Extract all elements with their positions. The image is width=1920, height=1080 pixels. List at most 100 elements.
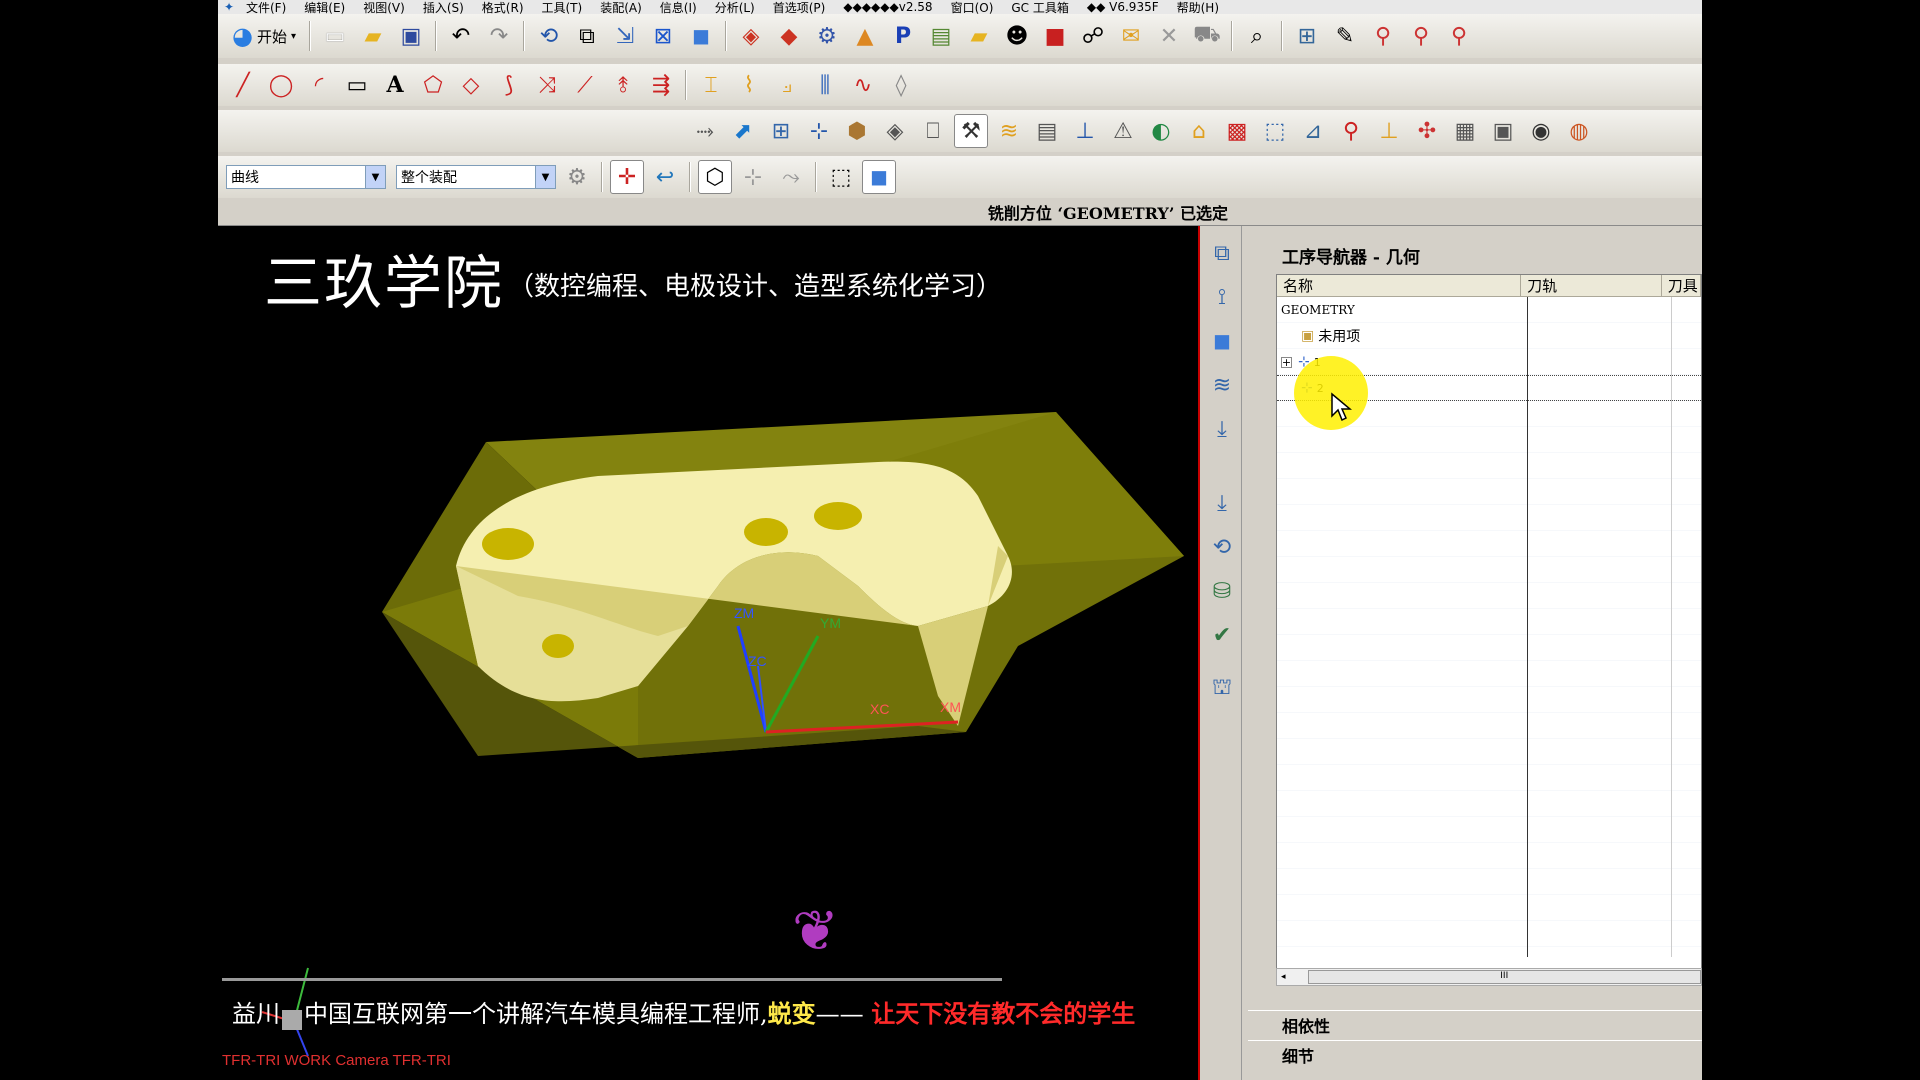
undo-icon[interactable]: ↶ <box>444 19 478 53</box>
web-browser-icon[interactable]: ⛫ <box>1205 672 1239 706</box>
clamp-icon[interactable]: ✣ <box>1410 114 1444 148</box>
machining-method-view-icon[interactable]: ≋ <box>1205 368 1239 402</box>
create-program-icon[interactable]: ◈ <box>734 19 768 53</box>
snap-point-icon[interactable]: ✛ <box>610 160 644 194</box>
fit-view-icon[interactable]: ⊠ <box>646 19 680 53</box>
menu-item[interactable]: 信息(I) <box>654 0 709 15</box>
postprocess-icon[interactable]: P <box>886 19 920 53</box>
extrude-curve-icon[interactable]: ⟓ <box>770 68 804 102</box>
extract-curve-icon[interactable]: ⥉ <box>606 68 640 102</box>
mirror-curve-icon[interactable]: ⫼ <box>808 68 842 102</box>
tree-row-geometry[interactable]: GEOMETRY <box>1277 297 1701 323</box>
column-header-tool[interactable]: 刀具 <box>1662 275 1701 296</box>
menu-item[interactable]: 窗口(O) <box>945 0 1006 15</box>
graphics-viewport[interactable]: 三玖学院 （数控编程、电极设计、造型系统化学习） ZM ZC YM XC XM … <box>218 226 1200 1080</box>
assembly-scope-select[interactable]: 整个装配 ▼ <box>396 165 556 189</box>
save-icon[interactable]: ▣ <box>394 19 428 53</box>
measure-icon[interactable]: ✎ <box>1328 19 1362 53</box>
grid-icon[interactable]: ▦ <box>1448 114 1482 148</box>
open-folder-icon[interactable]: ▰ <box>356 19 390 53</box>
menu-item[interactable]: ◆◆◆◆◆◆v2.58 <box>837 0 944 14</box>
filter-settings-icon[interactable]: ⚙ <box>560 160 594 194</box>
pin-remove-icon[interactable]: ⚲ <box>1442 19 1476 53</box>
pin-feature-icon[interactable]: ⚲ <box>1334 114 1368 148</box>
navigator-horizontal-scrollbar[interactable]: ◂ III <box>1276 968 1702 986</box>
fixture-icon[interactable]: ⊥ <box>1372 114 1406 148</box>
package-icon[interactable]: ✉ <box>1114 19 1148 53</box>
project-curve-icon[interactable]: ⟆ <box>492 68 526 102</box>
feature-operation-icon[interactable]: ⤑ <box>688 114 722 148</box>
menu-item[interactable]: 文件(F) <box>240 0 298 15</box>
part-model[interactable]: ZM ZC YM XC XM ❦ <box>218 226 1200 1080</box>
bridge-curve-icon[interactable]: ⌶ <box>694 68 728 102</box>
reuse-library-icon[interactable]: ⛁ <box>1205 574 1239 608</box>
column-header-name[interactable]: 名称 <box>1277 275 1522 296</box>
create-tool-icon[interactable]: ◆ <box>772 19 806 53</box>
history-icon[interactable]: ⟲ <box>1205 530 1239 564</box>
eye-icon[interactable]: ◉ <box>1524 114 1558 148</box>
scroll-left-icon[interactable]: ◂ <box>1281 972 1286 982</box>
offset-curve-icon[interactable]: ◇ <box>454 68 488 102</box>
chart-icon[interactable]: ⊿ <box>1296 114 1330 148</box>
hole-icon[interactable]: ⊥ <box>1068 114 1102 148</box>
menu-item[interactable]: 装配(A) <box>594 0 654 15</box>
menu-item[interactable]: 插入(S) <box>417 0 476 15</box>
chevron-down-icon[interactable]: ▼ <box>535 166 555 188</box>
spline-icon[interactable]: ∿ <box>846 68 880 102</box>
geometry-view-icon[interactable]: ◼ <box>1205 324 1239 358</box>
simulate-icon[interactable]: ⛟ <box>1190 19 1224 53</box>
box-feature-icon[interactable]: ⬢ <box>840 114 874 148</box>
menu-item[interactable]: 帮助(H) <box>1171 0 1231 15</box>
rectangle-icon[interactable]: ▭ <box>340 68 374 102</box>
join-curve-icon[interactable]: ⌇ <box>732 68 766 102</box>
menu-item[interactable]: 分析(L) <box>709 0 767 15</box>
find-icon[interactable]: ⌕ <box>1240 19 1274 53</box>
repeat-command-icon[interactable]: ⟲ <box>532 19 566 53</box>
extrude-icon[interactable]: ⬈ <box>726 114 760 148</box>
tree-row-unused[interactable]: ▣ 未用项 <box>1277 323 1701 349</box>
shaded-cube-icon[interactable]: ◼ <box>684 19 718 53</box>
shell-icon[interactable]: ◐ <box>1144 114 1178 148</box>
dependencies-section[interactable]: 相依性 <box>1248 1010 1702 1038</box>
pin-icon[interactable]: ⚲ <box>1366 19 1400 53</box>
start-button[interactable]: ◕ 开始 ▾ <box>226 19 302 53</box>
menu-item[interactable]: 首选项(P) <box>767 0 838 15</box>
layer-icon[interactable]: ≋ <box>992 114 1026 148</box>
rectangle-select-icon[interactable]: ⬚ <box>824 160 858 194</box>
operation-navigator-icon[interactable]: ⤓ <box>1205 412 1239 446</box>
block-icon[interactable]: ⊞ <box>764 114 798 148</box>
trim-curve-icon[interactable]: ⟋ <box>568 68 602 102</box>
menu-item[interactable]: 编辑(E) <box>298 0 357 15</box>
shop-doc-icon[interactable]: ▤ <box>924 19 958 53</box>
scroll-thumb[interactable]: III <box>1307 970 1701 984</box>
cross-tool-icon[interactable]: ✕ <box>1152 19 1186 53</box>
split-curve-icon[interactable]: ⇶ <box>644 68 678 102</box>
create-geometry-icon[interactable]: ⚙ <box>810 19 844 53</box>
roles-icon[interactable]: ✔ <box>1205 618 1239 652</box>
intersect-curve-icon[interactable]: ⤨ <box>530 68 564 102</box>
machine-tool-view-icon[interactable]: ⟟ <box>1205 280 1239 314</box>
folder-tool-icon[interactable]: ▰ <box>962 19 996 53</box>
arc-icon[interactable]: ◜ <box>302 68 336 102</box>
table-icon[interactable]: ▤ <box>1030 114 1064 148</box>
column-header-toolpath[interactable]: 刀轨 <box>1521 275 1662 296</box>
polygon-icon[interactable]: ⬠ <box>416 68 450 102</box>
menu-item[interactable]: 格式(R) <box>476 0 536 15</box>
plane-icon[interactable]: ◈ <box>878 114 912 148</box>
new-file-icon[interactable]: ▭ <box>318 19 352 53</box>
sheet-icon[interactable]: ⎕ <box>916 114 950 148</box>
surface-icon[interactable]: ◊ <box>884 68 918 102</box>
menu-item[interactable]: 工具(T) <box>536 0 595 15</box>
verify-icon[interactable]: ☍ <box>1076 19 1110 53</box>
create-method-icon[interactable]: ▲ <box>848 19 882 53</box>
menu-item[interactable]: GC 工具箱 <box>1005 0 1081 15</box>
pin-add-icon[interactable]: ⚲ <box>1404 19 1438 53</box>
expand-plus-icon[interactable]: + <box>1281 356 1292 369</box>
panda-plugin-icon[interactable]: ☻ <box>1000 19 1034 53</box>
chevron-down-icon[interactable]: ▼ <box>365 166 385 188</box>
curve-snap-icon[interactable]: ⤳ <box>774 160 808 194</box>
select-body-icon[interactable]: ⬡ <box>698 160 732 194</box>
details-section[interactable]: 细节 <box>1248 1040 1702 1068</box>
part-navigator-icon[interactable]: ⤓ <box>1205 486 1239 520</box>
point-snap-icon[interactable]: ⊹ <box>736 160 770 194</box>
